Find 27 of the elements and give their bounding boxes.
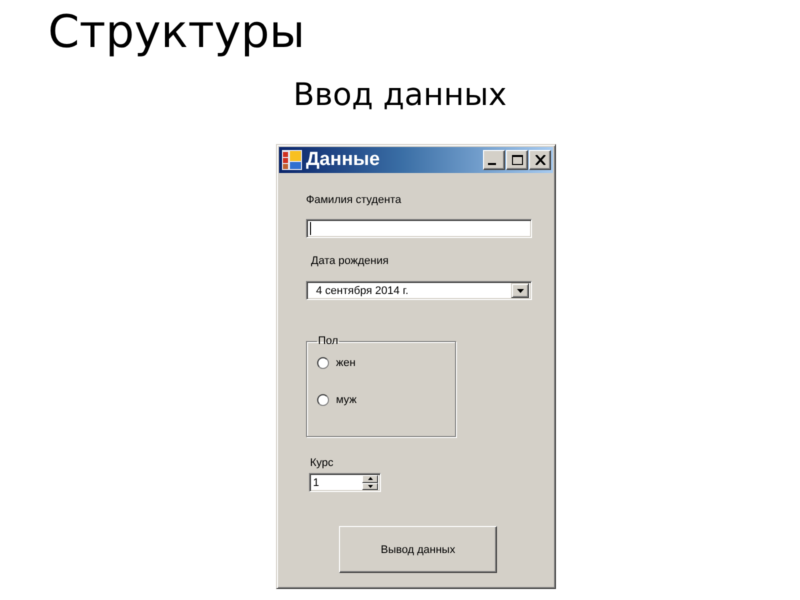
radio-button[interactable] [317, 357, 329, 369]
maximize-icon [512, 155, 522, 165]
radio-label: жен [336, 356, 356, 370]
slide-title: Структуры [47, 4, 305, 59]
minimize-icon [488, 163, 496, 165]
submit-button[interactable]: Вывод данных [339, 526, 497, 573]
birth-date-label: Дата рождения [311, 255, 389, 268]
spin-up-button[interactable] [362, 475, 378, 482]
colored-squares-icon [282, 150, 302, 170]
number-spinner-field[interactable]: 1 [309, 473, 381, 492]
group-box-title: Пол [317, 335, 340, 348]
close-button[interactable] [529, 150, 551, 170]
window-title: Данные [306, 149, 380, 171]
close-icon [534, 155, 546, 165]
up-caret-icon [368, 477, 372, 480]
course-label: Курс [310, 457, 334, 470]
radio-button[interactable] [317, 394, 329, 406]
radio-label: муж [336, 394, 357, 406]
caret-icon [516, 288, 524, 292]
down-caret-icon [368, 484, 372, 488]
slide-subtitle: Ввод данных [293, 77, 507, 113]
date-picker-field[interactable]: 4 сентября 2014 г. [306, 281, 532, 300]
dropdown-button[interactable] [511, 283, 529, 298]
minimize-button[interactable] [483, 150, 505, 170]
maximize-button[interactable] [506, 150, 528, 170]
surname-label: Фамилия студента [306, 194, 402, 207]
surname-text-field[interactable] [306, 219, 532, 238]
